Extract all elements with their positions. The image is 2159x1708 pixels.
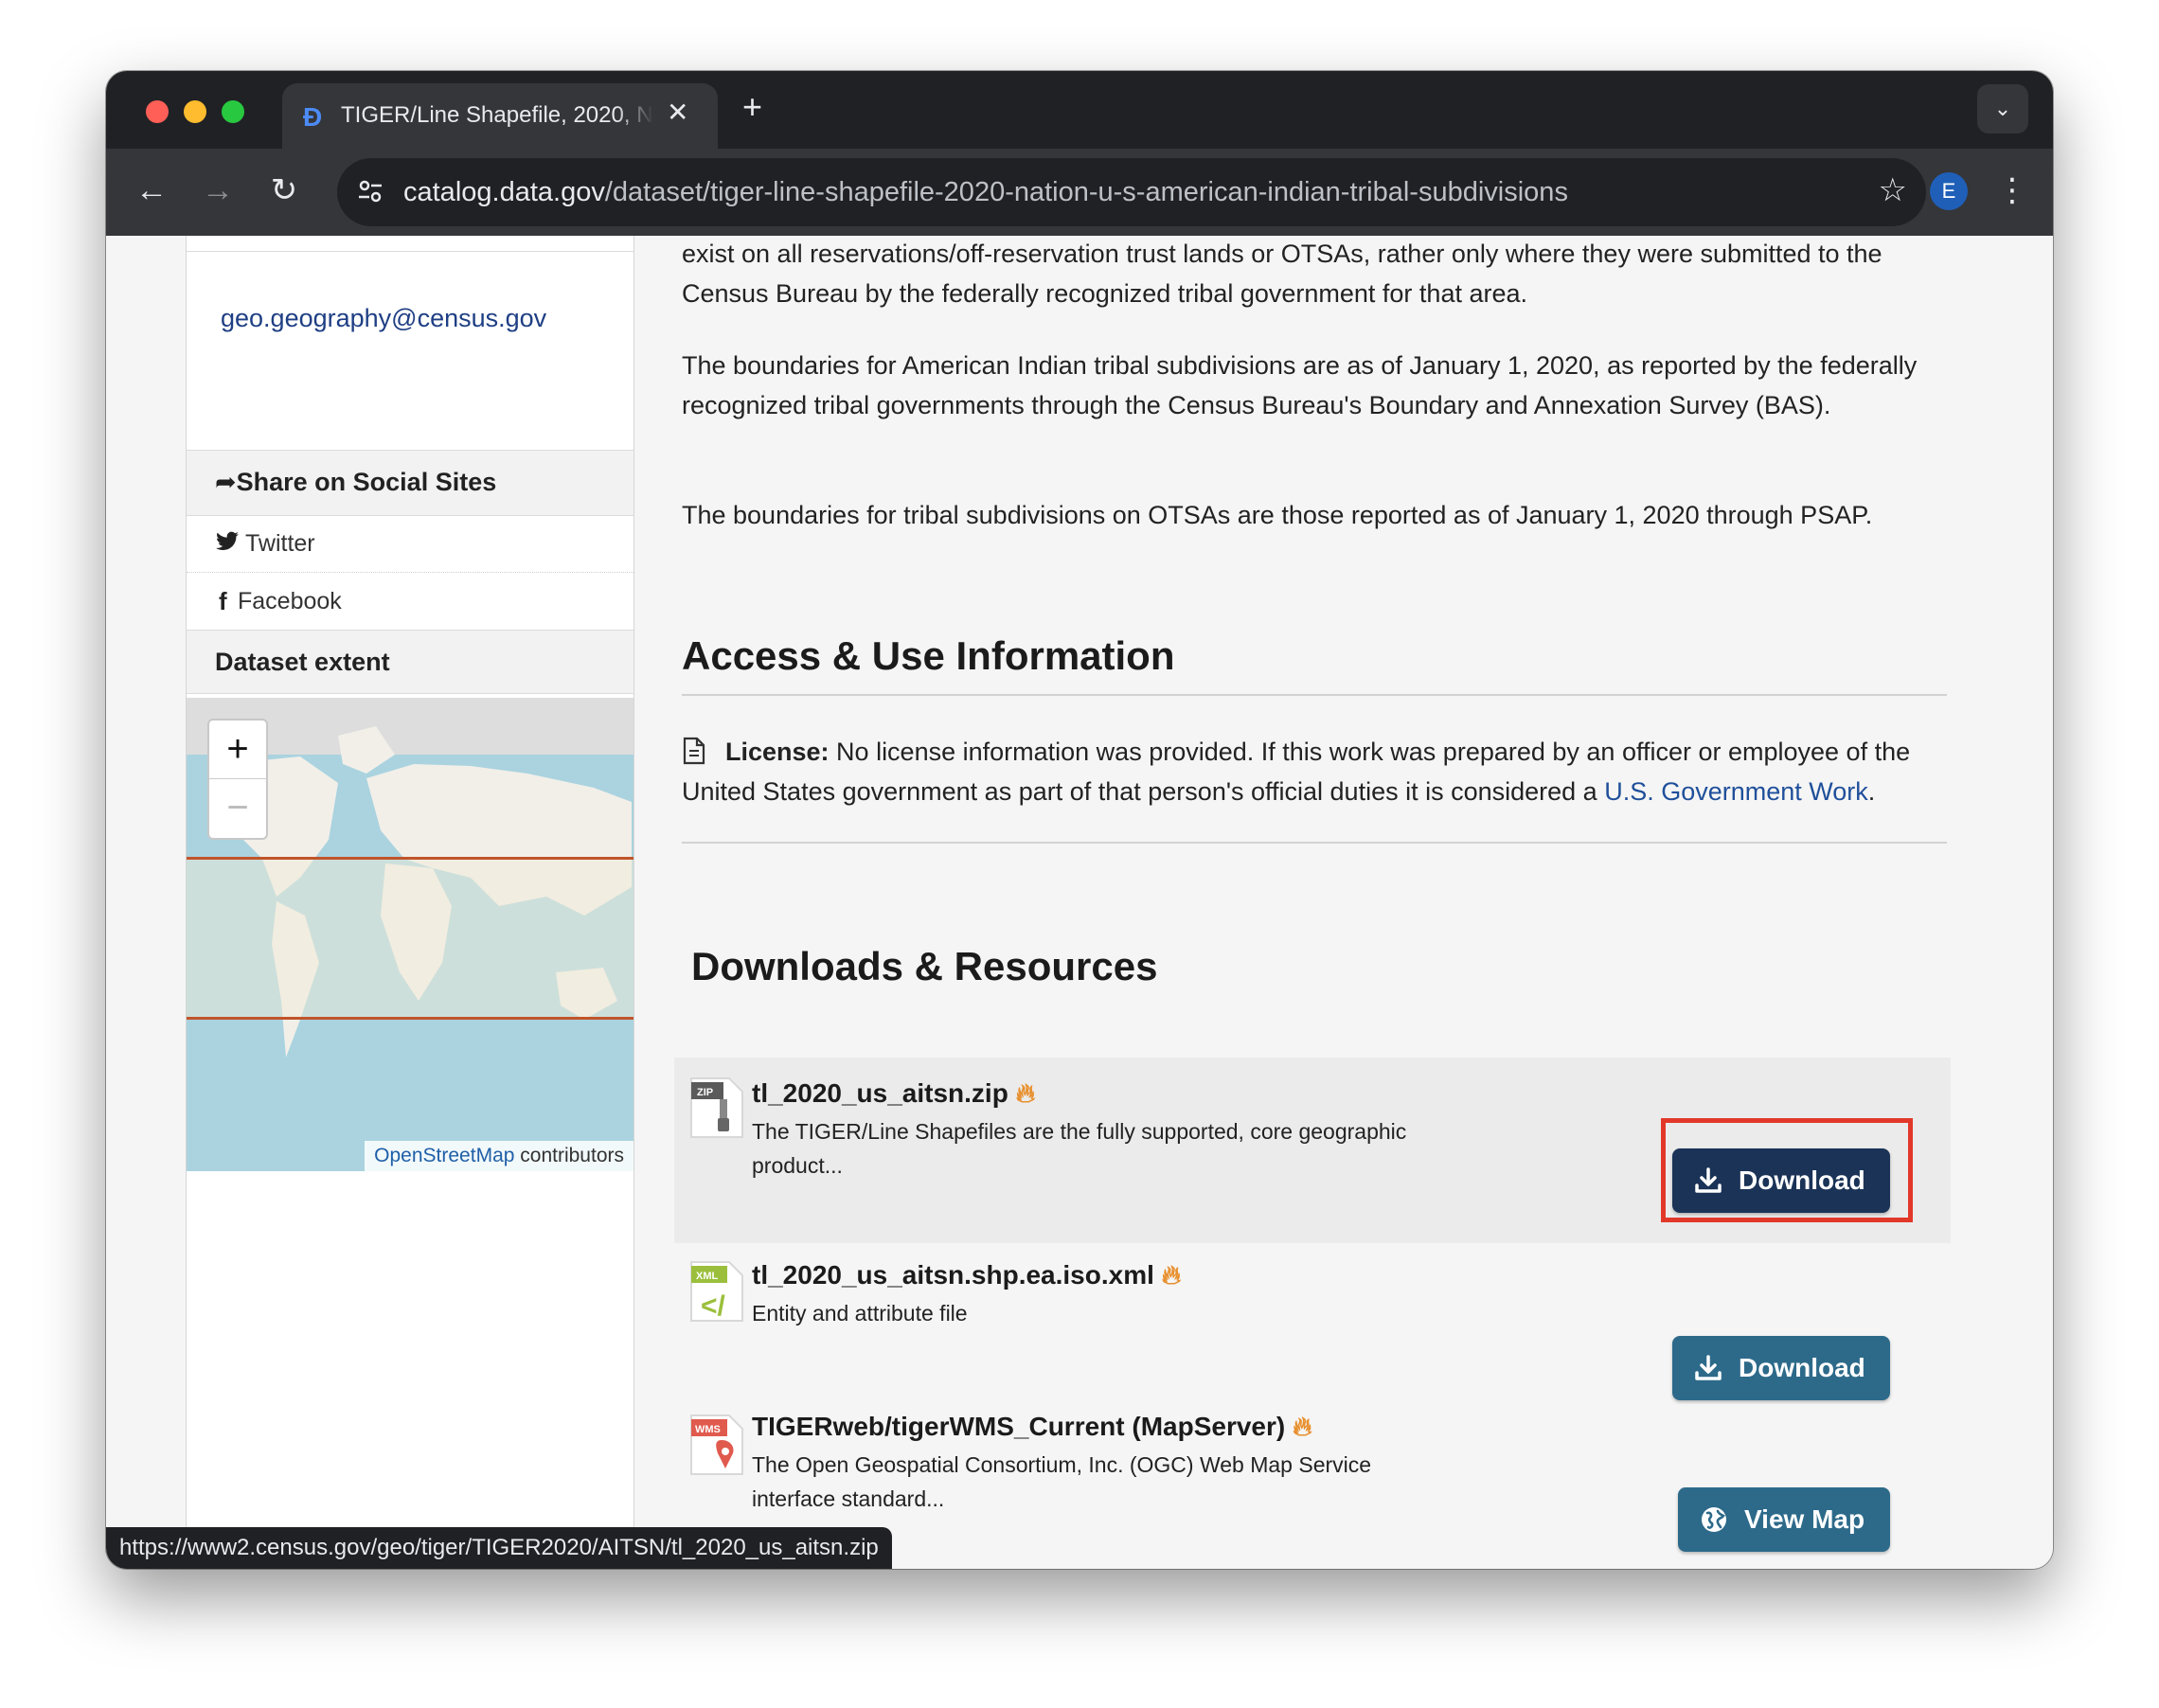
twitter-bird-svg	[216, 531, 239, 550]
description-paragraph-3: The boundaries for tribal subdivisions o…	[682, 501, 1873, 529]
resource-title-text: tl_2020_us_aitsn.zip	[752, 1078, 1008, 1108]
url-path: /dataset/tiger-line-shapefile-2020-natio…	[604, 177, 1568, 207]
browser-window: Ð TIGER/Line Shapefile, 2020, Nation, U.…	[106, 71, 2053, 1569]
data-gov-favicon-icon: Ð	[303, 102, 323, 132]
license-label: License:	[725, 738, 830, 766]
svg-text:XML: XML	[696, 1271, 719, 1282]
svg-text:WMS: WMS	[695, 1424, 721, 1435]
view-map-label: View Map	[1744, 1504, 1865, 1534]
license-bottom-rule	[682, 842, 1947, 844]
share-title-text: Share on Social Sites	[236, 468, 497, 496]
link-hover-status-bar: https://www2.census.gov/geo/tiger/TIGER2…	[106, 1527, 892, 1569]
wms-file-icon: WMS	[690, 1414, 743, 1475]
globe-icon	[1702, 1507, 1726, 1532]
downloads-resources-heading: Downloads & Resources	[691, 944, 1158, 988]
url-text[interactable]: catalog.data.gov/dataset/tiger-line-shap…	[403, 177, 1568, 208]
share-arrow-icon: ➦	[215, 468, 237, 496]
reload-icon[interactable]: ↻	[263, 169, 305, 211]
share-twitter-link[interactable]: Twitter	[187, 515, 633, 573]
document-icon	[683, 737, 705, 765]
zip-file-icon: ZIP	[690, 1077, 743, 1138]
resource-title-text: TIGERweb/tigerWMS_Current (MapServer)	[752, 1412, 1286, 1441]
address-bar[interactable]: catalog.data.gov/dataset/tiger-line-shap…	[337, 158, 1926, 226]
resource-title-text: tl_2020_us_aitsn.shp.ea.iso.xml	[752, 1260, 1154, 1290]
tab-close-icon[interactable]: ✕	[667, 97, 688, 128]
tab-title: TIGER/Line Shapefile, 2020, Nation, U.S.…	[341, 102, 653, 129]
extent-bounding-box	[187, 857, 633, 1020]
xml-file-icon: XML </	[690, 1261, 743, 1322]
share-title: ➦Share on Social Sites	[215, 468, 496, 497]
view-map-button[interactable]: View Map	[1678, 1487, 1890, 1552]
resource-description: Entity and attribute file	[752, 1301, 968, 1325]
close-window-button[interactable]	[146, 100, 169, 123]
download-label: Download	[1739, 1353, 1865, 1382]
tab-search-chevron-down-icon[interactable]: ⌄	[1977, 84, 2028, 133]
license-end: .	[1867, 777, 1876, 806]
openstreetmap-link[interactable]: OpenStreetMap	[374, 1145, 514, 1166]
map-attribution: OpenStreetMap contributors	[365, 1141, 633, 1171]
twitter-label: Twitter	[245, 530, 315, 557]
resource-description: The Open Geospatial Consortium, Inc. (OG…	[752, 1452, 1372, 1511]
bookmark-star-icon[interactable]: ☆	[1879, 171, 1907, 209]
page-content: geo.geography@census.gov ➦Share on Socia…	[106, 236, 2053, 1569]
popularity-flame-icon: 🔥︎	[1161, 1260, 1182, 1290]
svg-text:</: </	[701, 1290, 726, 1322]
back-arrow-icon[interactable]: ←	[131, 169, 172, 211]
attribution-contributors: contributors	[514, 1145, 624, 1166]
popularity-flame-icon: 🔥︎	[1015, 1078, 1036, 1108]
download-icon	[1695, 1355, 1722, 1380]
minimize-window-button[interactable]	[184, 100, 206, 123]
sidebar: geo.geography@census.gov ➦Share on Socia…	[186, 236, 634, 1569]
dataset-extent-title: Dataset extent	[215, 648, 390, 676]
share-section-header: ➦Share on Social Sites	[187, 450, 633, 516]
highlight-annotation-box	[1661, 1118, 1913, 1222]
active-tab[interactable]: Ð TIGER/Line Shapefile, 2020, Nation, U.…	[282, 83, 718, 149]
resource-title[interactable]: tl_2020_us_aitsn.shp.ea.iso.xml 🔥︎	[752, 1260, 1181, 1291]
description-paragraph-1: exist on all reservations/off-reservatio…	[682, 240, 1882, 308]
download-button-xml[interactable]: Download	[1672, 1336, 1890, 1400]
browser-toolbar: ← → ↻ catalog.data.gov/dataset/tiger-lin…	[106, 149, 2053, 236]
zoom-in-button[interactable]: +	[209, 721, 266, 779]
dataset-extent-map[interactable]: + − OpenStreetMap contributors	[187, 698, 633, 1171]
forward-arrow-icon[interactable]: →	[197, 169, 239, 211]
profile-avatar[interactable]: E	[1930, 172, 1968, 210]
resource-description: The TIGER/Line Shapefiles are the fully …	[752, 1119, 1407, 1178]
browser-menu-kebab-icon[interactable]: ⋮	[1996, 169, 2028, 211]
tab-bar: Ð TIGER/Line Shapefile, 2020, Nation, U.…	[106, 71, 2053, 149]
twitter-icon	[215, 529, 240, 560]
resource-title[interactable]: tl_2020_us_aitsn.zip 🔥︎	[752, 1078, 1035, 1110]
url-host: catalog.data.gov	[403, 177, 605, 207]
resource-title[interactable]: TIGERweb/tigerWMS_Current (MapServer) 🔥︎	[752, 1412, 1312, 1443]
maximize-window-button[interactable]	[222, 100, 244, 123]
dataset-extent-header: Dataset extent	[187, 630, 633, 694]
share-facebook-link[interactable]: f Facebook	[187, 573, 633, 631]
us-government-work-link[interactable]: U.S. Government Work	[1604, 777, 1868, 806]
svg-text:ZIP: ZIP	[697, 1087, 713, 1098]
map-zoom-control: + −	[207, 719, 268, 840]
contact-email-link[interactable]: geo.geography@census.gov	[221, 304, 546, 333]
sidebar-divider	[187, 251, 633, 252]
access-heading-rule	[682, 694, 1947, 696]
facebook-label: Facebook	[238, 588, 342, 614]
site-info-svg	[359, 180, 382, 203]
main-content: exist on all reservations/off-reservatio…	[670, 236, 1968, 1569]
new-tab-icon[interactable]: +	[742, 90, 762, 124]
zoom-out-button[interactable]: −	[209, 779, 266, 836]
site-info-tune-icon[interactable]	[354, 177, 386, 209]
popularity-flame-icon: 🔥︎	[1292, 1412, 1312, 1441]
description-paragraph-2: The boundaries for American Indian triba…	[682, 351, 1918, 419]
access-use-heading: Access & Use Information	[682, 633, 1175, 678]
facebook-icon: f	[219, 587, 227, 615]
license-block: License: No license information was prov…	[682, 732, 1951, 811]
